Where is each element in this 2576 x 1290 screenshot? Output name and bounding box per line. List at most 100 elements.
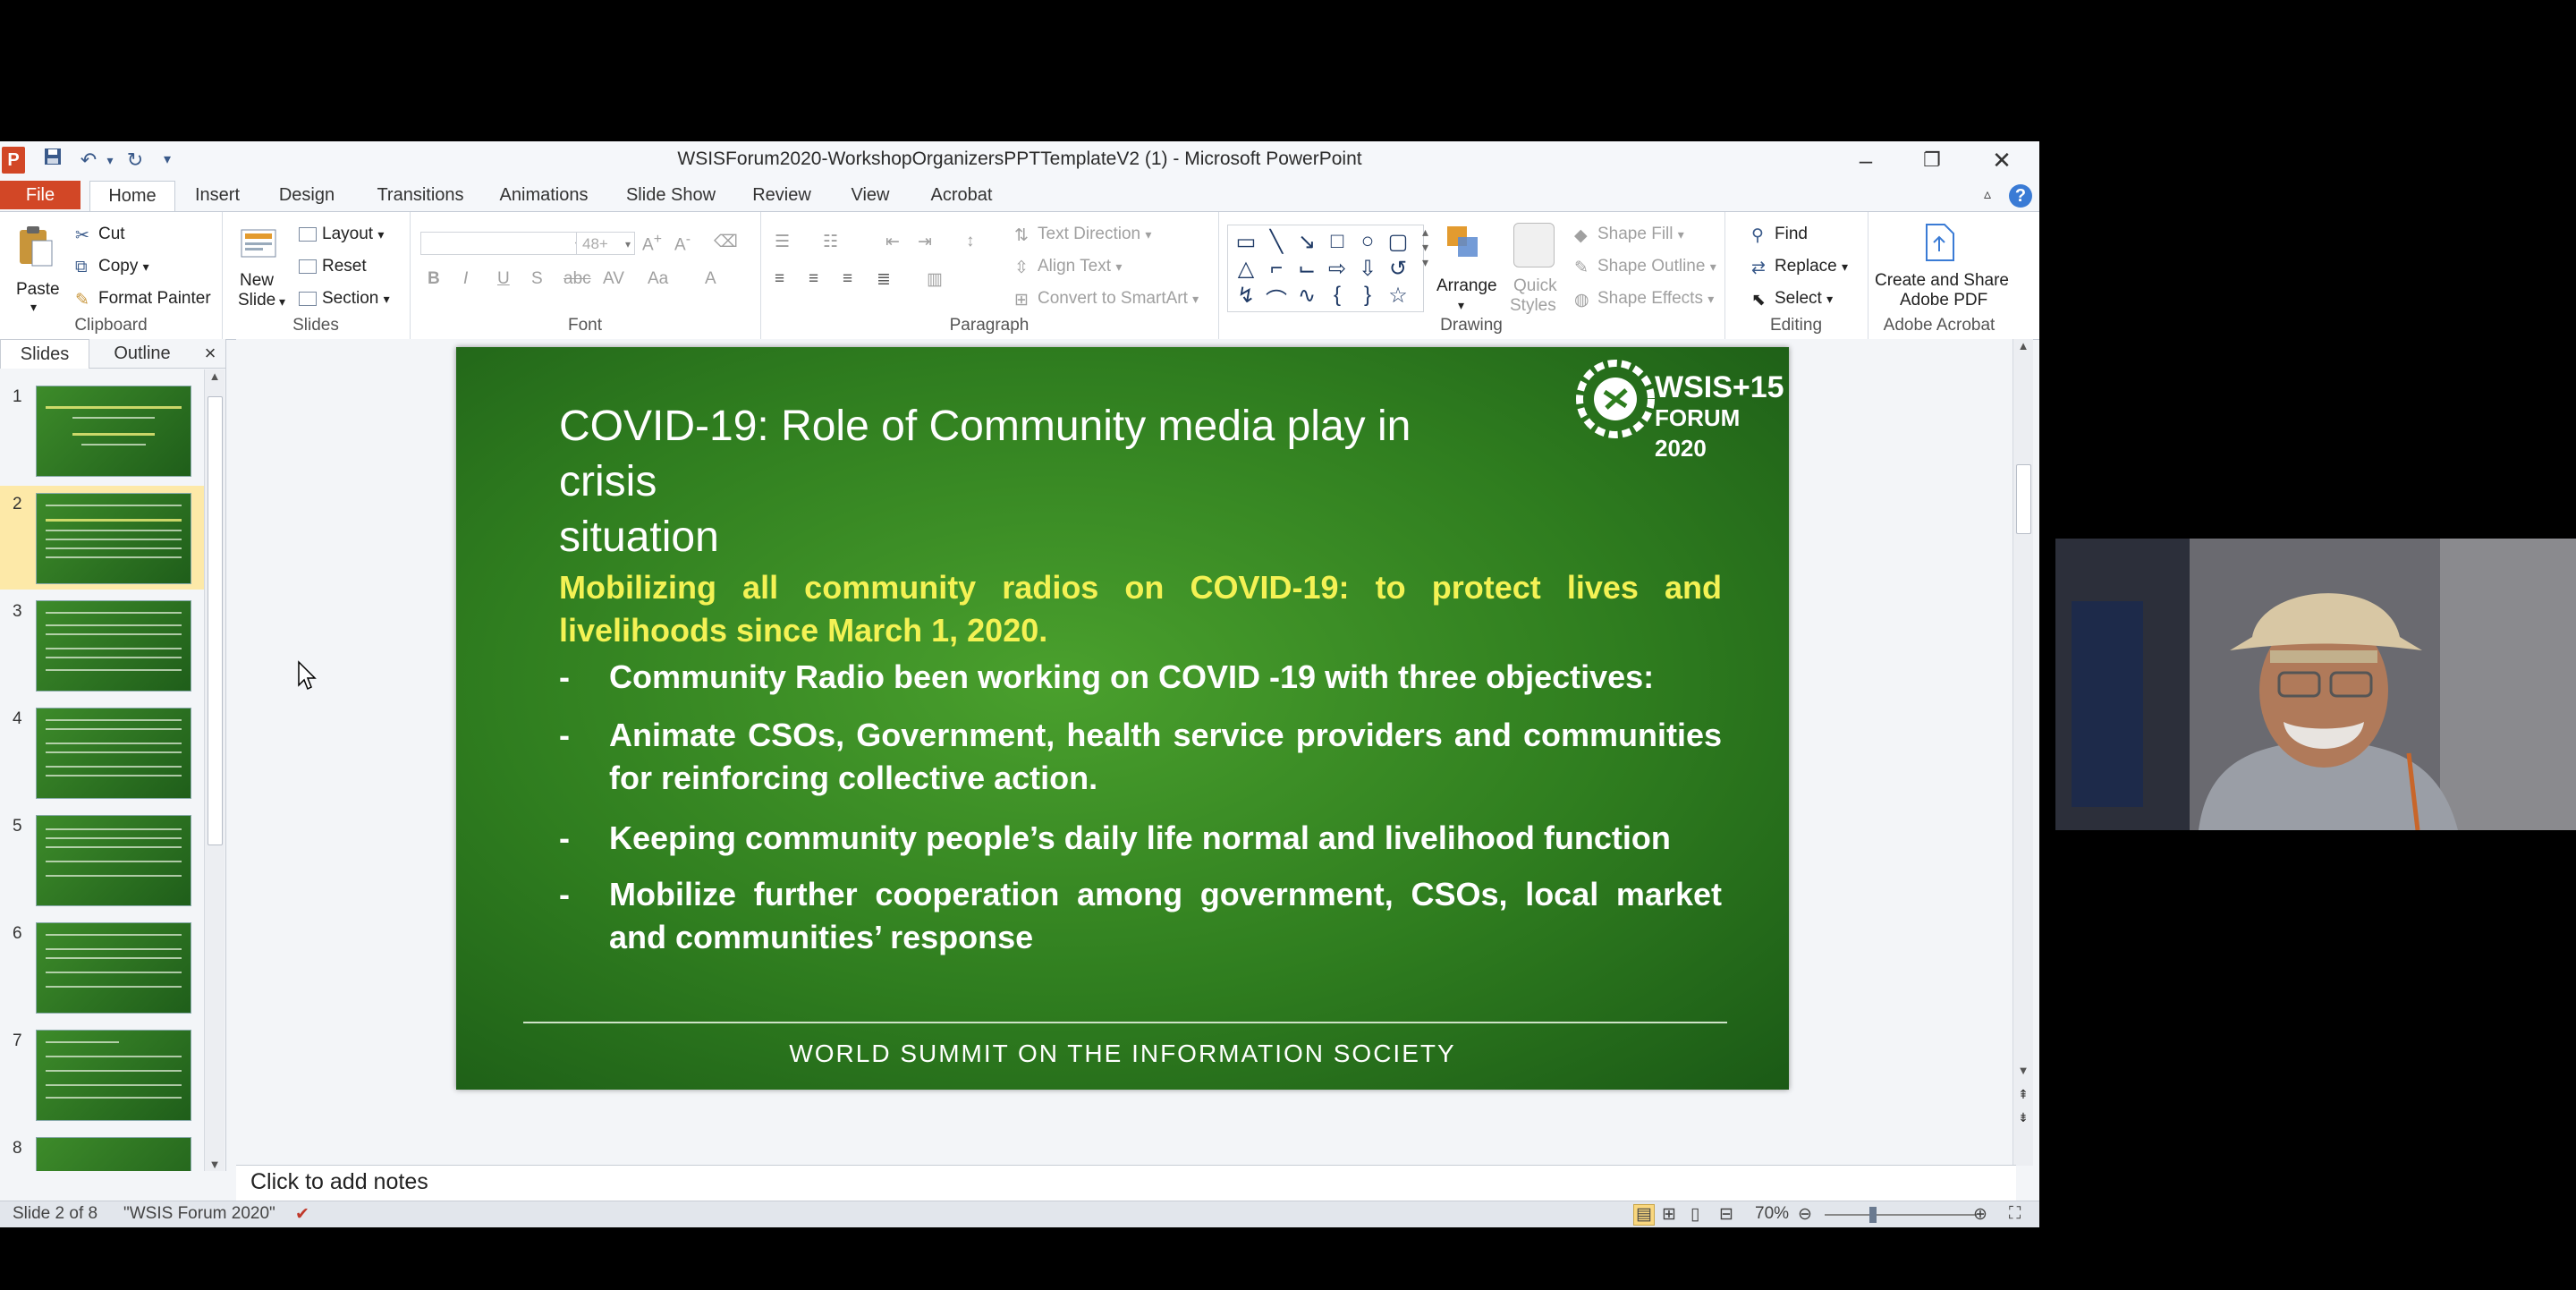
cut-button[interactable]: ✂ Cut — [75, 225, 125, 245]
quick-styles-label-1[interactable]: Quick — [1513, 276, 1557, 296]
character-spacing-icon[interactable]: AV — [603, 269, 624, 289]
curve-shape-icon[interactable]: ⌒ — [1262, 283, 1291, 314]
copy-button[interactable]: ⧉ Copy ▾ — [75, 257, 149, 276]
help-icon[interactable]: ? — [2009, 184, 2032, 208]
previous-slide-icon[interactable]: ⇞ — [2013, 1087, 2033, 1102]
slide-thumbnail-4[interactable]: 4 — [0, 700, 208, 804]
convert-smartart-button[interactable]: ⊞ Convert to SmartArt ▾ — [1014, 289, 1199, 310]
copy-dropdown-icon[interactable]: ▾ — [143, 259, 149, 274]
minimize-ribbon-icon[interactable]: ▵ — [1977, 181, 1998, 209]
slide-title[interactable]: COVID-19: Role of Community media play i… — [559, 399, 1489, 565]
new-slide-dropdown-icon[interactable]: ▾ — [279, 294, 285, 310]
tab-file[interactable]: File — [0, 181, 80, 209]
clear-formatting-icon[interactable]: ⌫ — [714, 232, 738, 252]
tab-review[interactable]: Review — [746, 181, 818, 209]
font-name-combobox[interactable]: ▾ — [420, 232, 585, 255]
editor-scroll-up-icon[interactable]: ▲ — [2013, 339, 2033, 352]
align-left-icon[interactable]: ≡ — [775, 269, 784, 289]
shapes-gallery[interactable]: ▭ ╲ ↘ □ ○ ▢ △ ⌐ ⌙ ⇨ ⇩ ↺ ↯ ⌒ ∿ { } ☆ — [1227, 225, 1424, 314]
close-button[interactable]: ✕ — [1975, 143, 2029, 177]
shape-fill-button[interactable]: ◆ Shape Fill ▾ — [1574, 225, 1684, 245]
font-color-icon[interactable]: A — [705, 269, 716, 289]
left-brace-shape-icon[interactable]: { — [1323, 283, 1352, 308]
shadow-icon[interactable]: S — [531, 269, 543, 289]
right-arrow-shape-icon[interactable]: ⇨ — [1323, 256, 1352, 282]
shapes-scroll-icon[interactable]: ▴ ▾ ▾ — [1422, 225, 1428, 270]
triangle-shape-icon[interactable]: △ — [1232, 256, 1260, 282]
zoom-in-icon[interactable]: ⊕ — [1973, 1204, 1987, 1225]
line-shape-icon[interactable]: ╲ — [1262, 229, 1291, 255]
underline-icon[interactable]: U — [497, 269, 510, 289]
shape-outline-button[interactable]: ✎ Shape Outline ▾ — [1574, 257, 1716, 277]
textbox-shape-icon[interactable]: ▭ — [1232, 229, 1260, 255]
slides-pane-scroll-thumb[interactable] — [208, 396, 223, 845]
replace-button[interactable]: ⇄ Replace ▾ — [1751, 257, 1848, 277]
new-slide-icon[interactable] — [240, 223, 279, 266]
quick-styles-label-2[interactable]: Styles — [1510, 296, 1556, 316]
close-pane-icon[interactable]: × — [199, 339, 222, 368]
editor-scroll-thumb[interactable] — [2016, 464, 2031, 534]
new-slide-label-2[interactable]: Slide — [238, 291, 275, 310]
arrange-dropdown-icon[interactable]: ▾ — [1458, 298, 1464, 313]
tab-animations[interactable]: Animations — [494, 181, 594, 209]
restore-button[interactable]: ❐ — [1905, 143, 1959, 177]
current-slide[interactable]: COVID-19: Role of Community media play i… — [456, 347, 1789, 1090]
editor-scroll-down-icon[interactable]: ▼ — [2013, 1064, 2033, 1077]
next-slide-icon[interactable]: ⇟ — [2013, 1110, 2033, 1125]
slide-thumbnail-1[interactable]: 1 — [0, 378, 208, 482]
font-size-combobox[interactable]: 48+ ▾ — [576, 232, 635, 255]
editor-scrollbar[interactable]: ▲ ▼ ⇞ ⇟ — [2012, 339, 2033, 1166]
arrange-button[interactable]: Arrange — [1436, 276, 1497, 296]
align-center-icon[interactable]: ≡ — [809, 269, 818, 289]
create-pdf-label-1[interactable]: Create and Share — [1875, 271, 2009, 291]
notes-pane[interactable]: Click to add notes — [236, 1165, 2016, 1201]
shape-effects-button[interactable]: ◍ Shape Effects ▾ — [1574, 289, 1714, 310]
reset-button[interactable]: Reset — [299, 257, 367, 276]
create-pdf-label-2[interactable]: Adobe PDF — [1900, 291, 1987, 310]
cycle-shape-icon[interactable]: ↺ — [1384, 256, 1412, 282]
normal-view-icon[interactable]: ▤ — [1633, 1204, 1655, 1226]
zoom-slider-thumb[interactable] — [1869, 1207, 1877, 1223]
tab-acrobat[interactable]: Acrobat — [921, 181, 1002, 209]
slides-pane-scrollbar[interactable]: ▲ ▼ — [204, 369, 225, 1171]
elbow-arrow-icon[interactable]: ⌙ — [1292, 256, 1321, 282]
paste-button[interactable]: Paste — [16, 280, 60, 300]
scroll-down-icon[interactable]: ▼ — [205, 1158, 225, 1171]
arrow-shape-icon[interactable]: ↘ — [1292, 229, 1321, 255]
align-right-icon[interactable]: ≡ — [843, 269, 852, 289]
arrange-icon[interactable] — [1444, 223, 1483, 266]
elbow-connector-icon[interactable]: ⌐ — [1262, 256, 1291, 281]
change-case-icon[interactable]: Aa — [648, 269, 668, 289]
down-arrow-shape-icon[interactable]: ⇩ — [1353, 256, 1382, 282]
slide-thumbnail-3[interactable]: 3 — [0, 593, 208, 697]
tab-outline[interactable]: Outline — [98, 339, 186, 368]
arc-shape-icon[interactable]: ∿ — [1292, 283, 1321, 309]
minimize-button[interactable]: – — [1839, 143, 1893, 177]
columns-icon[interactable]: ▥ — [927, 269, 943, 290]
text-direction-button[interactable]: ⇅ Text Direction ▾ — [1014, 225, 1151, 245]
decrease-indent-icon[interactable]: ⇤ — [886, 232, 900, 252]
select-button[interactable]: ⬉ Select ▾ — [1751, 289, 1833, 310]
reading-view-icon[interactable]: ▯ — [1690, 1204, 1699, 1225]
increase-indent-icon[interactable]: ⇥ — [918, 232, 932, 252]
slide-thumbnail-7[interactable]: 7 — [0, 1023, 208, 1126]
tab-slide-show[interactable]: Slide Show — [617, 181, 724, 209]
rounded-rect-shape-icon[interactable]: ▢ — [1384, 229, 1412, 255]
slide-thumbnail-2[interactable]: 2 — [0, 486, 208, 590]
new-slide-label-1[interactable]: New — [240, 271, 274, 291]
quick-styles-icon[interactable] — [1513, 223, 1555, 267]
paste-dropdown-icon[interactable]: ▾ — [30, 300, 37, 315]
tab-transitions[interactable]: Transitions — [367, 181, 474, 209]
slide-sorter-view-icon[interactable]: ⊞ — [1662, 1204, 1676, 1225]
tab-home[interactable]: Home — [89, 181, 175, 212]
shrink-font-icon[interactable]: A- — [674, 232, 691, 255]
lightning-shape-icon[interactable]: ↯ — [1232, 283, 1260, 309]
tab-view[interactable]: View — [839, 181, 902, 209]
star-shape-icon[interactable]: ☆ — [1384, 283, 1412, 309]
slide-show-view-icon[interactable]: ⊟ — [1719, 1204, 1733, 1225]
scroll-up-icon[interactable]: ▲ — [205, 369, 225, 383]
justify-icon[interactable]: ≣ — [877, 269, 891, 290]
section-button[interactable]: Section ▾ — [299, 289, 390, 309]
strikethrough-icon[interactable]: abc — [564, 269, 591, 289]
bold-icon[interactable]: B — [428, 269, 440, 289]
